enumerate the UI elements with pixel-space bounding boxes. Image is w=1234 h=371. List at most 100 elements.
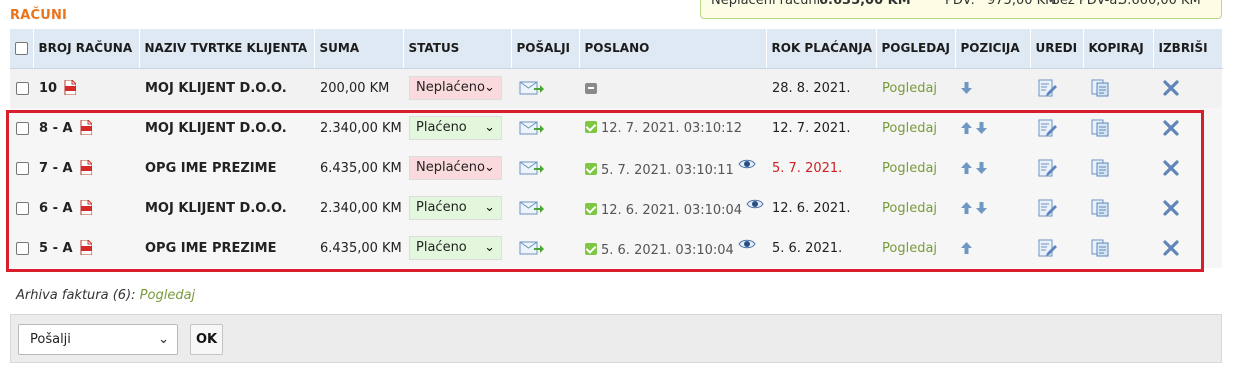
invoice-number: 10 (39, 81, 58, 97)
copy-icon[interactable] (1091, 119, 1111, 137)
arrow-up-icon[interactable] (961, 162, 972, 174)
select-all-checkbox[interactable] (15, 42, 28, 56)
page-title: RAČUNI (10, 8, 68, 23)
delete-x-icon[interactable] (1163, 80, 1179, 96)
arrow-down-icon[interactable] (976, 122, 987, 134)
client-name: MOJ KLIJENT D.O.O. (139, 108, 314, 148)
view-link[interactable]: Pogledaj (876, 188, 955, 228)
view-link[interactable]: Pogledaj (876, 148, 955, 188)
chevron-down-icon: ⌄ (484, 160, 495, 175)
delete-x-icon[interactable] (1163, 200, 1179, 216)
arrow-down-icon[interactable] (976, 162, 987, 174)
edit-icon[interactable] (1038, 159, 1058, 177)
eye-icon[interactable] (738, 238, 756, 250)
send-email-icon[interactable] (519, 199, 545, 217)
send-email-icon[interactable] (519, 79, 545, 97)
header-amount[interactable]: SUMA (314, 29, 404, 69)
pdf-icon[interactable] (80, 160, 92, 175)
header-client[interactable]: NAZIV TVRTKE KLIJENTA (139, 29, 315, 69)
position-cell (955, 108, 1030, 148)
view-link[interactable]: Pogledaj (876, 228, 955, 268)
archive-view-link[interactable]: Pogledaj (140, 288, 196, 303)
sent-check-icon (585, 243, 597, 255)
row-select-cell (10, 188, 33, 228)
header-number[interactable]: BROJ RAČUNA (33, 29, 140, 69)
status-select[interactable]: Neplaćeno ⌄ (409, 156, 502, 180)
pdf-icon[interactable] (64, 80, 77, 96)
sent-cell: 12. 7. 2021. 03:10:12 (579, 108, 766, 148)
row-checkbox[interactable] (16, 241, 29, 255)
send-cell (511, 228, 579, 268)
row-checkbox[interactable] (16, 121, 29, 135)
arrow-up-icon[interactable] (961, 242, 972, 254)
copy-icon[interactable] (1091, 159, 1111, 177)
view-link[interactable]: Pogledaj (876, 68, 955, 108)
status-select[interactable]: Plaćeno ⌄ (409, 236, 502, 260)
client-name: MOJ KLIJENT D.O.O. (139, 188, 314, 228)
status-select[interactable]: Neplaćeno ⌄ (409, 76, 502, 101)
eye-icon[interactable] (738, 158, 756, 170)
header-status[interactable]: STATUS (403, 29, 512, 69)
eye-icon[interactable] (746, 198, 764, 210)
status-value: Neplaćeno (416, 80, 485, 96)
pdf-icon[interactable] (80, 200, 92, 215)
delete-x-icon[interactable] (1163, 160, 1179, 176)
arrow-up-icon[interactable] (961, 122, 972, 134)
status-value: Plaćeno (416, 240, 467, 255)
row-checkbox[interactable] (16, 161, 29, 175)
invoice-number: 5 - A (39, 241, 73, 256)
header-sent[interactable]: POSLANO (579, 29, 767, 69)
header-due[interactable]: ROK PLAĆANJA (766, 29, 877, 69)
send-cell (511, 108, 579, 148)
due-date: 5. 6. 2021. (766, 228, 876, 268)
copy-icon[interactable] (1091, 79, 1111, 97)
send-email-icon[interactable] (519, 159, 545, 177)
edit-cell (1030, 108, 1083, 148)
pdf-icon[interactable] (80, 120, 92, 135)
copy-cell (1083, 108, 1153, 148)
send-email-icon[interactable] (519, 119, 545, 137)
position-cell (955, 148, 1030, 188)
row-checkbox[interactable] (16, 201, 29, 215)
status-cell: Plaćeno ⌄ (403, 108, 511, 148)
edit-cell (1030, 228, 1083, 268)
header-delete: IZBRIŠI (1153, 29, 1223, 69)
copy-icon[interactable] (1091, 239, 1111, 257)
sent-timestamp: 5. 6. 2021. 03:10:04 (601, 243, 734, 258)
pdf-icon[interactable] (80, 240, 92, 255)
edit-icon[interactable] (1038, 79, 1058, 97)
edit-icon[interactable] (1038, 239, 1058, 257)
sent-timestamp: 12. 6. 2021. 03:10:04 (601, 203, 743, 218)
send-cell (511, 188, 579, 228)
sent-check-icon (585, 120, 597, 133)
arrow-up-icon[interactable] (961, 202, 972, 214)
status-value: Plaćeno (416, 120, 467, 135)
arrow-down-icon[interactable] (976, 202, 987, 214)
due-date: 12. 6. 2021. (766, 188, 876, 228)
edit-icon[interactable] (1038, 119, 1058, 137)
invoice-number-cell: 7 - A (33, 148, 139, 188)
arrow-down-icon[interactable] (961, 82, 972, 95)
header-edit: UREDI (1030, 29, 1084, 69)
view-link[interactable]: Pogledaj (876, 108, 955, 148)
header-position: POZICIJA (955, 29, 1031, 69)
invoice-number: 8 - A (39, 121, 73, 136)
archive-info: Arhiva faktura (6): Pogledaj (16, 288, 195, 303)
table-row: 10 MOJ KLIJENT D.O.O. 200,00 KM Neplaćen… (10, 68, 1222, 108)
copy-icon[interactable] (1091, 199, 1111, 217)
status-select[interactable]: Plaćeno ⌄ (409, 196, 502, 220)
delete-x-icon[interactable] (1163, 120, 1179, 136)
send-email-icon[interactable] (519, 239, 545, 257)
edit-icon[interactable] (1038, 199, 1058, 217)
status-cell: Plaćeno ⌄ (403, 188, 511, 228)
bulk-action-select[interactable]: Pošalji ⌄ (18, 324, 178, 355)
row-checkbox[interactable] (16, 81, 29, 95)
delete-cell (1153, 108, 1222, 148)
delete-x-icon[interactable] (1163, 240, 1179, 256)
delete-cell (1153, 228, 1222, 268)
row-select-cell (10, 68, 33, 108)
ok-button[interactable]: OK (190, 324, 223, 355)
due-date: 28. 8. 2021. (766, 68, 876, 108)
invoice-number-cell: 10 (33, 68, 139, 108)
status-select[interactable]: Plaćeno ⌄ (409, 116, 502, 140)
